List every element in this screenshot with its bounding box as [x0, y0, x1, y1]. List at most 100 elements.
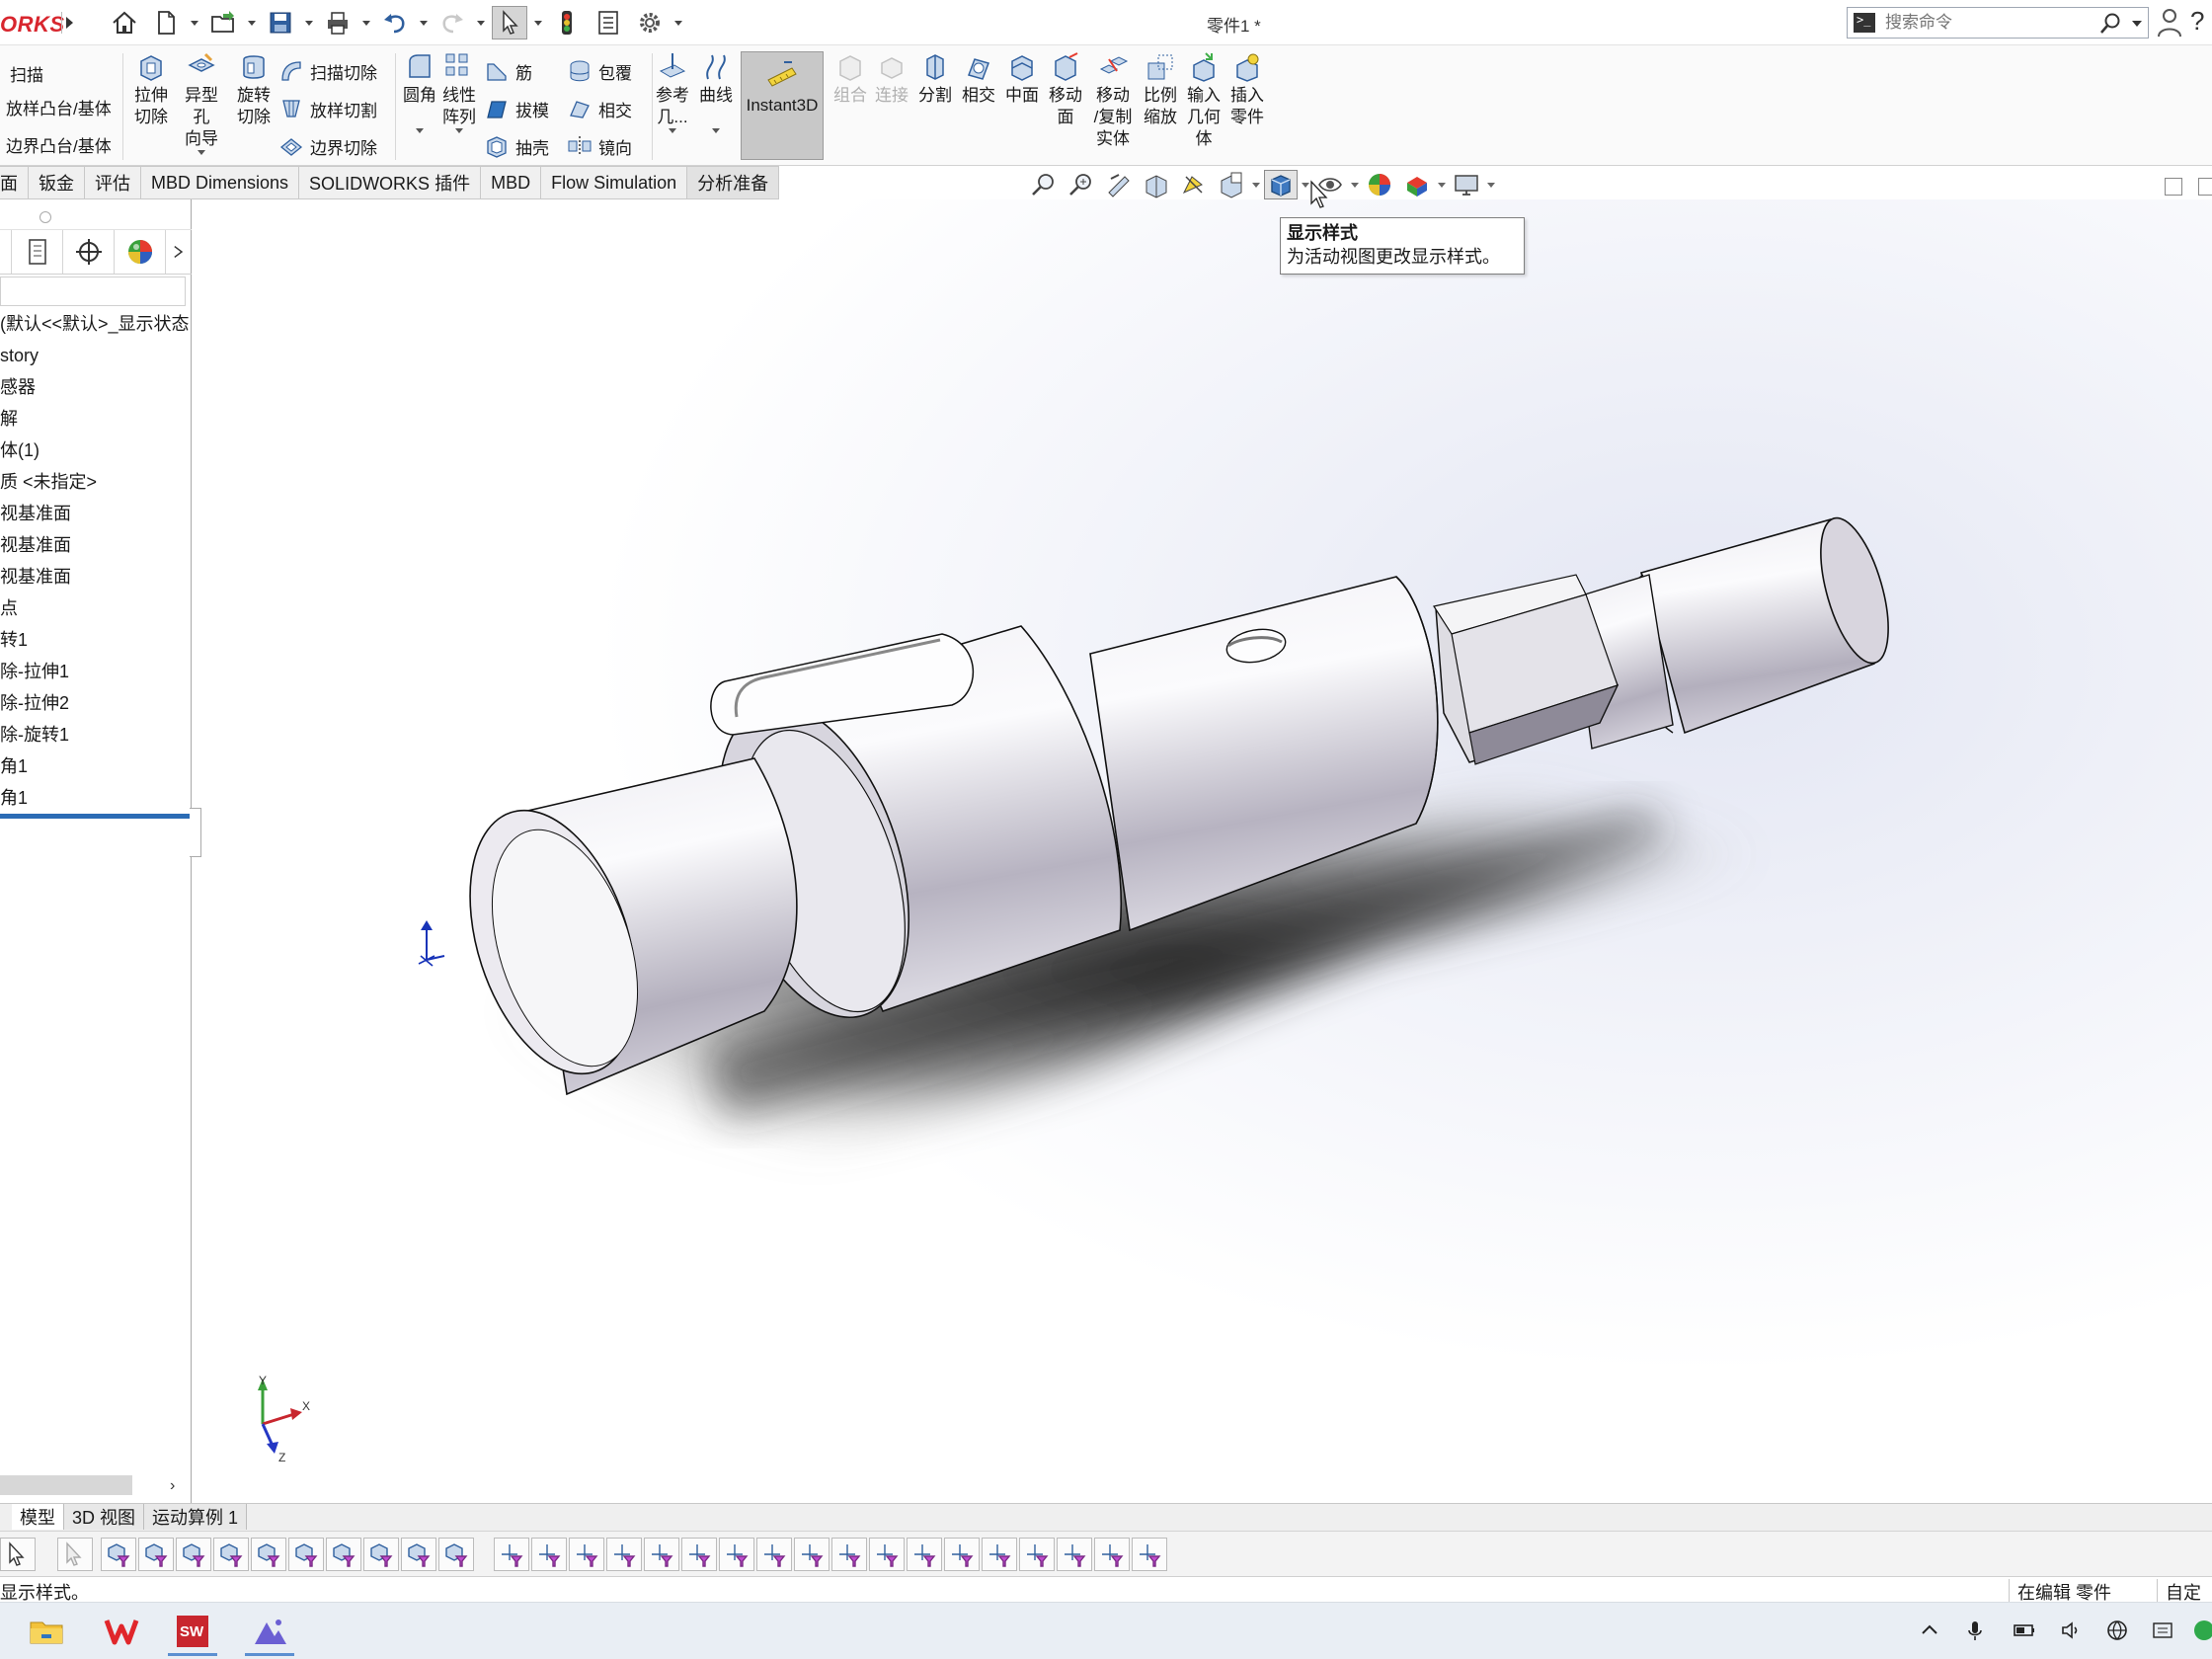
section-view-icon[interactable]: [1140, 170, 1173, 199]
filter-weld-symbols-button[interactable]: [756, 1538, 792, 1571]
redo-icon[interactable]: [434, 6, 470, 40]
midsurface-button[interactable]: 中面: [999, 51, 1045, 107]
edit-appearance-icon[interactable]: [1363, 170, 1396, 199]
help-question-icon[interactable]: ?: [2190, 6, 2204, 37]
lofted-boss-button[interactable]: 放样凸台/基体: [6, 89, 112, 124]
undo-icon[interactable]: [377, 6, 413, 40]
filter-center-of-mass-button[interactable]: [944, 1538, 980, 1571]
swept-boss-button[interactable]: 扫描: [0, 55, 43, 91]
filter-faces-button[interactable]: [176, 1538, 211, 1571]
dynamic-annotation-icon[interactable]: [1177, 170, 1211, 199]
filter-select-all-button[interactable]: [1132, 1538, 1167, 1571]
panel-grip-handle[interactable]: [40, 211, 51, 223]
previous-view-icon[interactable]: [1102, 170, 1136, 199]
mirror-button[interactable]: 镜向: [567, 128, 632, 164]
tab-surfaces[interactable]: 面: [0, 166, 29, 199]
rollback-bar[interactable]: [0, 814, 190, 819]
view-settings-monitor-icon[interactable]: [1450, 170, 1483, 199]
intersect-body-button[interactable]: 相交: [956, 51, 1001, 107]
volume-icon[interactable]: [2058, 1617, 2086, 1644]
fillet-dropdown[interactable]: [416, 128, 424, 133]
tree-item-solid-bodies[interactable]: 体(1): [0, 434, 192, 466]
hole-wizard-dropdown[interactable]: [198, 150, 205, 155]
network-globe-icon[interactable]: [2103, 1617, 2131, 1644]
insert-part-button[interactable]: 插入 零件: [1224, 51, 1270, 128]
options-dropdown[interactable]: [673, 6, 683, 40]
input-method-icon[interactable]: [2149, 1617, 2176, 1644]
tab-3d-views[interactable]: 3D 视图: [64, 1504, 145, 1530]
scroll-right-arrow-icon[interactable]: ›: [170, 1477, 175, 1495]
search-commands-input[interactable]: [1885, 13, 2083, 33]
solidworks-app[interactable]: SW: [164, 1607, 221, 1656]
battery-icon[interactable]: [2011, 1617, 2038, 1644]
filter-solid-bodies-button[interactable]: [251, 1538, 286, 1571]
tree-item-right-plane[interactable]: 视基准面: [0, 561, 192, 592]
fm-tab-feature-tree[interactable]: [0, 230, 12, 274]
filter-clear-all-button[interactable]: [1094, 1538, 1130, 1571]
tree-item-cut-revolve1[interactable]: 除-旋转1: [0, 719, 192, 750]
search-dropdown[interactable]: [2132, 21, 2142, 27]
display-style-dropdown[interactable]: [1302, 170, 1309, 199]
filter-surface-bodies-button[interactable]: [213, 1538, 249, 1571]
filter-midpoints-button[interactable]: [438, 1538, 474, 1571]
select-dropdown[interactable]: [533, 6, 543, 40]
microphone-icon[interactable]: [1961, 1617, 1989, 1644]
tab-solidworks-addins[interactable]: SOLIDWORKS 插件: [299, 166, 482, 199]
filter-sketch-segments-button[interactable]: [401, 1538, 436, 1571]
tab-sheet-metal[interactable]: 钣金: [29, 166, 85, 199]
filter-center-marks-button[interactable]: [494, 1538, 529, 1571]
tab-mbd[interactable]: MBD: [481, 166, 542, 199]
fm-tab-display-manager[interactable]: [115, 230, 166, 274]
intersect-button[interactable]: 相交: [567, 91, 632, 126]
save-dropdown[interactable]: [304, 6, 314, 40]
join-button[interactable]: 连接: [869, 51, 914, 107]
photos-app[interactable]: [241, 1607, 298, 1656]
filter-connection-points-button[interactable]: [982, 1538, 1017, 1571]
move-copy-body-button[interactable]: 移动 /复制 实体: [1090, 51, 1136, 150]
zoom-to-fit-icon[interactable]: [1027, 170, 1061, 199]
rebuild-traffic-light-icon[interactable]: [549, 6, 585, 40]
view-orientation-dropdown[interactable]: [1252, 170, 1260, 199]
tree-item-history[interactable]: story: [0, 340, 192, 371]
new-document-icon[interactable]: [148, 6, 184, 40]
tab-model[interactable]: 模型: [12, 1504, 64, 1530]
instant3d-toggle[interactable]: Instant3D: [741, 51, 824, 160]
boundary-boss-button[interactable]: 边界凸台/基体: [6, 126, 112, 162]
filter-cosmetic-threads-button[interactable]: [831, 1538, 867, 1571]
extruded-cut-button[interactable]: 拉伸 切除: [128, 51, 174, 128]
select-arrow-button[interactable]: [0, 1538, 36, 1571]
save-icon[interactable]: [263, 6, 298, 40]
viewport-maximize-icon[interactable]: [2198, 178, 2212, 196]
file-explorer-app[interactable]: [18, 1607, 75, 1656]
open-folder-icon[interactable]: [205, 6, 241, 40]
show-hidden-icons-chevron[interactable]: [1916, 1617, 1943, 1644]
linear-pattern-dropdown[interactable]: [455, 128, 463, 133]
part-3d-model[interactable]: [192, 199, 2212, 1503]
filter-notes-button[interactable]: [681, 1538, 717, 1571]
tab-evaluate[interactable]: 评估: [85, 166, 141, 199]
print-icon[interactable]: [320, 6, 356, 40]
wrap-button[interactable]: 包覆: [567, 53, 632, 89]
menu-expand-arrow[interactable]: [61, 12, 75, 34]
tree-item-annotations[interactable]: 解: [0, 403, 192, 434]
apply-scene-icon[interactable]: [1400, 170, 1434, 199]
filter-centerline-button[interactable]: [531, 1538, 567, 1571]
split-button[interactable]: 分割: [912, 51, 958, 107]
open-dropdown[interactable]: [247, 6, 257, 40]
rib-button[interactable]: 筋: [484, 53, 532, 89]
search-icon[interactable]: [2098, 12, 2122, 36]
options-gear-icon[interactable]: [632, 6, 668, 40]
user-account-icon[interactable]: [2157, 7, 2182, 39]
filter-surface-finish-button[interactable]: [606, 1538, 642, 1571]
wps-office-app[interactable]: [93, 1607, 150, 1656]
select-other-button[interactable]: [57, 1538, 93, 1571]
curves-button[interactable]: 曲线: [693, 51, 739, 133]
hide-show-dropdown[interactable]: [1351, 170, 1359, 199]
wechat-icon[interactable]: [2190, 1617, 2212, 1644]
linear-pattern-button[interactable]: 线性 阵列: [436, 51, 482, 133]
scale-button[interactable]: 比例 缩放: [1138, 51, 1183, 128]
filter-geometric-tolerance-button[interactable]: [644, 1538, 679, 1571]
tree-item-top-plane[interactable]: 视基准面: [0, 529, 192, 561]
filter-axes-button[interactable]: [288, 1538, 324, 1571]
shell-button[interactable]: 抽壳: [484, 128, 549, 164]
